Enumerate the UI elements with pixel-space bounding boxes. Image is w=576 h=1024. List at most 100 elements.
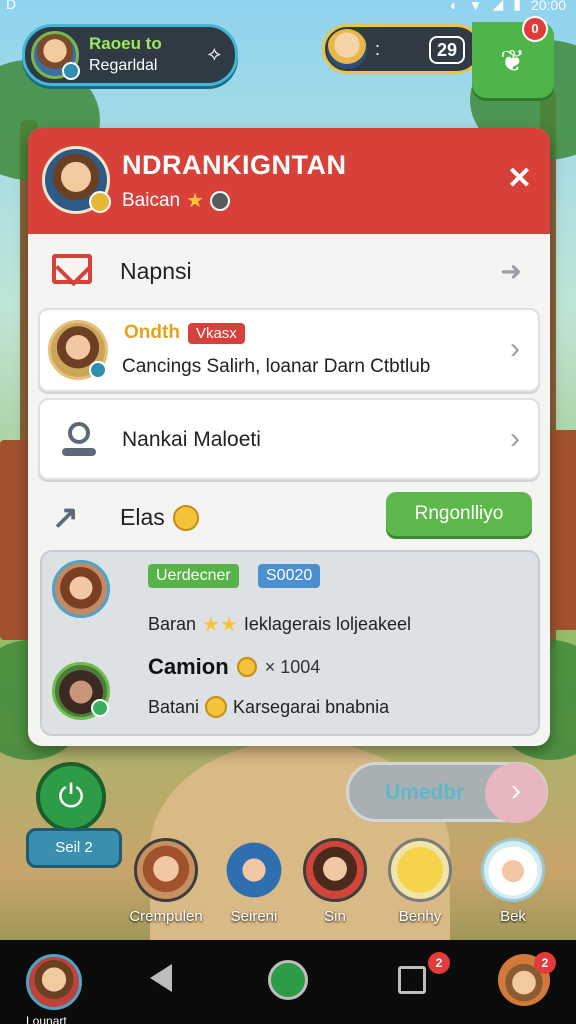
currency-counter[interactable]: : 29	[322, 24, 482, 74]
quick-friend-avatar	[134, 838, 198, 902]
quick-friend-item[interactable]: Crempulen	[121, 838, 211, 925]
header-avatar	[42, 146, 111, 214]
mail-row[interactable]: Napnsi ➜	[28, 234, 550, 306]
quick-friend-label: Crempulen	[129, 908, 203, 925]
quick-friend-item[interactable]: Benhy	[375, 838, 465, 925]
quick-friend-label: Seireni	[230, 908, 278, 925]
panel-title: NDRANKIGNTAN	[122, 150, 347, 180]
status-left-text: D	[6, 0, 17, 12]
panel-header: NDRANKIGNTAN Baican ★ ✕	[28, 128, 550, 234]
quick-friend-label: Benhy	[398, 908, 442, 925]
friend-info-name: Baran	[148, 614, 197, 634]
online-badge-icon	[89, 361, 107, 379]
gift-icon: ❦	[500, 45, 526, 78]
location-icon	[62, 422, 98, 458]
counter-value: 29	[428, 36, 465, 64]
quick-friend-avatar	[222, 838, 286, 902]
companion-avatar	[327, 29, 367, 69]
friend-info-line: Batani Karsegarai bnabnia	[148, 696, 389, 718]
quick-friend-item[interactable]: Bek	[468, 838, 558, 925]
profile-badge: 2	[534, 952, 556, 974]
power-button[interactable]: ⏻	[36, 762, 106, 832]
friend-avatar[interactable]	[52, 662, 110, 720]
friends-panel: NDRANKIGNTAN Baican ★ ✕ Napnsi ➜ Ondth V…	[28, 128, 550, 746]
profile-avatar[interactable]	[26, 954, 82, 1010]
home-icon[interactable]	[268, 960, 308, 1000]
share-icon[interactable]: ⟡	[208, 43, 221, 66]
stats-label-row: Elas	[120, 504, 199, 531]
friend-name: Ondth	[124, 322, 180, 343]
next-button[interactable]: Umedbr ›	[346, 762, 548, 823]
trend-icon: ↗	[52, 499, 79, 535]
gift-button[interactable]: ❦ 0	[472, 16, 554, 98]
profile-label: Lounart	[26, 1014, 67, 1024]
quick-friend-item[interactable]: Sin	[290, 838, 380, 925]
quick-friend-label: Bek	[500, 908, 526, 925]
friend-description: Cancings Salirh, loanar Darn Ctbtlub	[122, 356, 431, 377]
player-name: Raoeu to	[89, 34, 162, 53]
friend-avatar[interactable]	[52, 560, 110, 618]
mail-icon	[52, 254, 92, 284]
gift-notification-badge: 0	[522, 16, 548, 42]
player-profile-card[interactable]: Raoeu to Regarldal ⟡	[22, 24, 238, 86]
friend-name-row: Ondth Vkasx	[124, 322, 245, 344]
friend-avatar	[48, 320, 108, 380]
back-icon[interactable]	[150, 964, 172, 992]
friend-name-row: Camion × 1004	[148, 654, 320, 680]
quick-friend-avatar	[481, 838, 545, 902]
friend-info-name: Batani	[148, 696, 200, 717]
quick-friend-item[interactable]: Seireni	[209, 838, 299, 925]
power-label[interactable]: Seil 2	[26, 828, 122, 868]
chevron-right-icon: ›	[510, 332, 520, 365]
friend-score: × 1004	[264, 656, 321, 677]
player-subtitle: Regarldal	[89, 57, 158, 74]
close-button[interactable]: ✕	[507, 164, 532, 194]
online-badge-icon	[91, 699, 109, 717]
power-icon: ⏻	[58, 778, 84, 814]
recents-badge: 2	[428, 952, 450, 974]
chevron-right-icon: ›	[510, 422, 520, 455]
stats-row: ↗ Elas Rngonlliyo	[28, 486, 550, 546]
quick-friend-avatar	[388, 838, 452, 902]
counter-separator: :	[375, 39, 381, 59]
friend-request-card[interactable]: Ondth Vkasx Cancings Salirh, loanar Darn…	[38, 308, 540, 392]
battery-icon: ▮	[513, 0, 521, 12]
emoji-icon	[172, 504, 199, 531]
quick-friend-avatar	[303, 838, 367, 902]
navigation-bar: Lounart 2 2	[0, 940, 576, 1024]
level-badge-icon	[62, 62, 80, 80]
stats-label: Elas	[120, 504, 165, 530]
coin-badge-icon	[89, 191, 111, 213]
next-label: Umedbr	[385, 781, 465, 804]
emoji-icon	[205, 696, 228, 718]
coin-icon	[236, 657, 257, 677]
friend-info-line: Baran ★★ Ieklagerais loljeakeel	[148, 612, 411, 637]
mail-label: Napnsi	[120, 258, 192, 284]
star-icon: ★★	[202, 614, 238, 636]
signal-icon: ◢	[492, 0, 504, 12]
player-avatar	[31, 31, 80, 80]
location-label: Nankai Maloeti	[122, 428, 261, 451]
friend-info-text: Ieklagerais loljeakeel	[243, 614, 412, 634]
friend-status-tag: Uerdecner	[148, 564, 239, 588]
panel-subtitle: Baican ★	[122, 188, 231, 213]
options-icon	[210, 190, 231, 211]
arrow-right-icon: ➜	[500, 256, 522, 286]
friend-name: Camion	[148, 654, 229, 679]
circle-icon: ◐	[450, 0, 459, 13]
friend-tag: Vkasx	[187, 322, 245, 344]
action-button[interactable]: Rngonlliyo	[386, 492, 532, 536]
chevron-right-icon: ›	[485, 763, 547, 823]
status-time: 20:00	[530, 0, 566, 13]
status-icons: ◐ ▼ ◢ ▮ 20:00	[450, 0, 566, 13]
friend-info-text: Karsegarai bnabnia	[233, 696, 390, 717]
location-card[interactable]: Nankai Maloeti ›	[38, 398, 540, 480]
star-icon: ★	[186, 190, 205, 212]
wifi-icon: ▼	[468, 0, 483, 13]
friend-score-tag: S0020	[258, 564, 321, 588]
panel-subtitle-text: Baican	[122, 189, 181, 211]
recents-icon[interactable]	[398, 966, 426, 994]
quick-friend-label: Sin	[324, 908, 346, 925]
status-bar: D ◐ ▼ ◢ ▮ 20:00	[0, 0, 576, 18]
friends-list: Uerdecner S0020 Baran ★★ Ieklagerais lol…	[40, 550, 540, 736]
